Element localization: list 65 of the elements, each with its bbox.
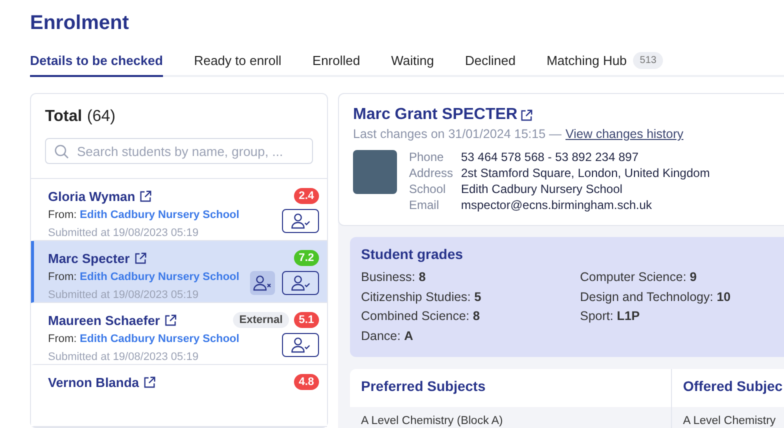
student-name: Vernon Blanda [48,374,140,390]
count-badge: 513 [632,52,664,69]
from-text: From: Edith Cadbury Nursery School [48,271,240,283]
external-link-icon[interactable] [139,190,152,202]
tab[interactable]: Ready to enroll [194,52,282,77]
grade-item: Citizenship Studies: 5 [361,290,482,306]
tab[interactable]: Enrolled [312,52,360,77]
history-link[interactable]: View changes history [566,127,684,141]
grade-item: Combined Science: 8 [361,309,481,325]
external-link-icon[interactable] [143,376,156,388]
submitted-text: Submitted at 19/08/2023 05:19 [48,289,200,301]
photo-placeholder [353,150,397,194]
tab[interactable]: Waiting [391,52,434,77]
accept-button[interactable] [282,333,319,357]
tab[interactable]: Details to be checked [30,52,163,77]
submitted-text: Submitted at 19/08/2023 05:19 [48,227,200,239]
reject-button[interactable] [250,271,275,295]
grade-item: Computer Science: 9 [580,270,698,286]
field-value: 53 464 578 568 - 53 892 234 897 [461,150,640,165]
from-text: From: Edith Cadbury Nursery School [48,333,240,345]
field-label: Phone [409,150,445,165]
last-changes-text: Last changes on 31/01/2024 15:15 — [353,127,562,141]
submitted-text: Submitted at 19/08/2023 05:19 [48,351,200,363]
external-link-icon[interactable] [520,108,534,122]
tab[interactable]: Declined [464,52,516,77]
tab[interactable]: Matching Hub 513 [546,52,664,77]
external-link-icon[interactable] [164,314,177,326]
field-value: Edith Cadbury Nursery School [461,182,624,197]
field-value: 2st Stamford Square, London, United Kingdom [461,166,710,181]
grades-title: Student grades [361,246,464,262]
grade-item: Dance: A [361,328,414,344]
student-name: Gloria Wyman [48,188,136,204]
score-badge: 5.1 [294,312,319,328]
total-label: Total [45,108,82,126]
student-name: Maureen Schaefer [48,312,160,328]
from-text: From: Edith Cadbury Nursery School [48,209,240,221]
subject-row: A Level Chemistry (Block A) [350,407,671,428]
accept-button[interactable] [282,271,319,295]
tag: External [233,312,289,328]
person-check-icon [290,337,310,353]
field-value: mspector@ecns.birmingham.sch.uk [461,198,653,213]
page-title: Enrolment [30,12,130,36]
external-link-icon[interactable] [134,252,147,264]
student-full-name: Marc Grant SPECTER [353,106,518,124]
search-field[interactable]: Search students by name, group, ... [45,138,313,164]
grade-item: Sport: L1P [580,309,641,325]
subjects-title: Preferred Subjects [360,377,486,396]
search-icon [54,144,69,158]
subject-row: A Level Chemistry [672,407,784,428]
field-label: Email [409,198,440,213]
person-check-icon [290,275,310,291]
subjects-title: Offered Subjec [682,377,784,396]
score-badge: 4.8 [294,374,319,390]
student-name: Marc Specter [48,250,130,266]
score-badge: 7.2 [294,250,319,266]
grade-item: Business: 8 [361,270,427,286]
grade-item: Design and Technology: 10 [580,290,732,306]
field-label: School [409,182,447,197]
accept-button[interactable] [282,209,319,233]
total-count: (64) [87,108,116,126]
person-cross-icon [252,275,272,291]
field-label: Address [409,166,454,181]
person-check-icon [290,213,310,229]
student-row[interactable]: Marc Specter 7.2 From: Edith Cadbury Nursery School Submitted at 19/08/2023 05:19 [31,241,327,303]
score-badge: 2.4 [294,188,319,204]
